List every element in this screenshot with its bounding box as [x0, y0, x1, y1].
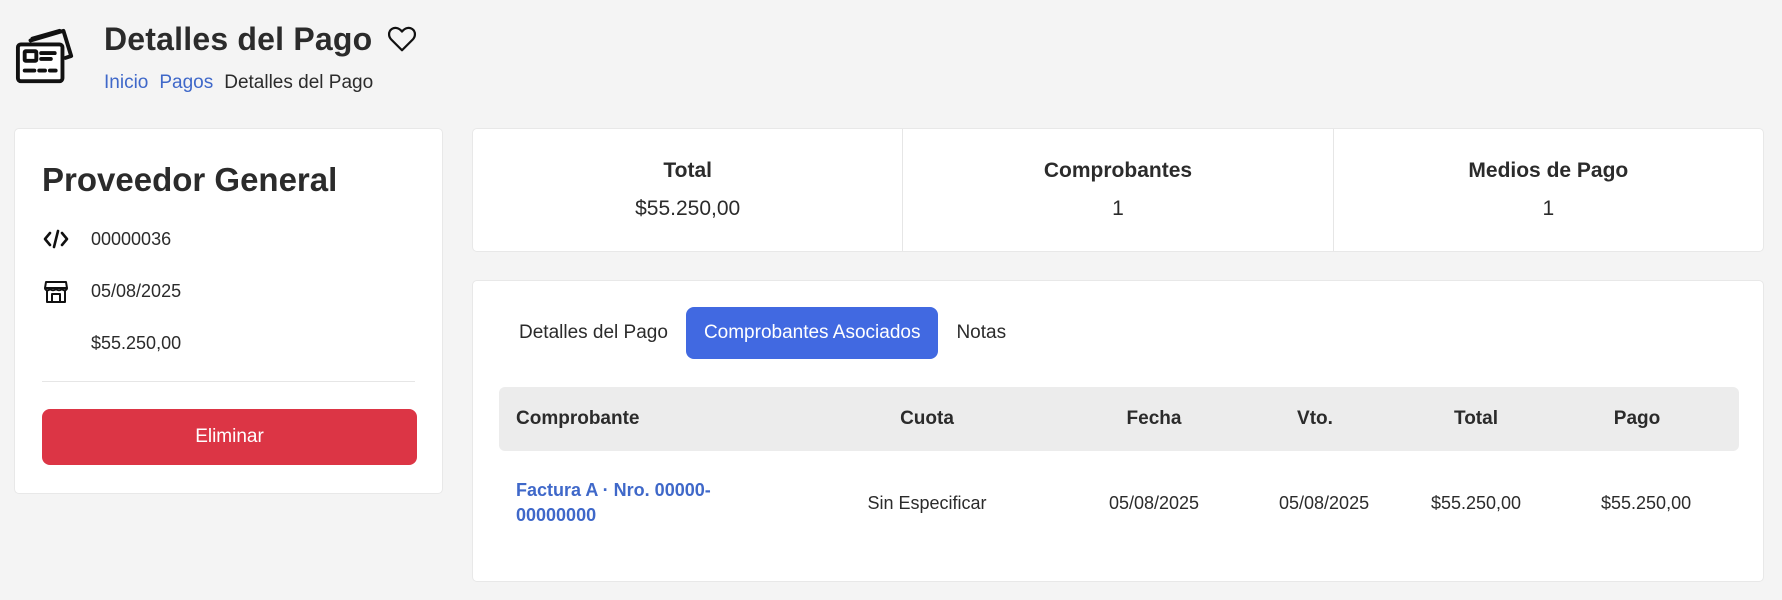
summary-stats: Total $55.250,00 Comprobantes 1 Medios d… [472, 128, 1764, 252]
table-row: Factura A · Nro. 00000-00000000 Sin Espe… [499, 451, 1739, 555]
column-header-cuota[interactable]: Cuota [825, 408, 1029, 430]
stat-medios-de-pago: Medios de Pago 1 [1332, 129, 1763, 251]
tab-comprobantes-asociados[interactable]: Comprobantes Asociados [685, 307, 939, 359]
tab-notas[interactable]: Notas [938, 307, 1024, 359]
code-icon [42, 225, 70, 253]
provider-date: 05/08/2025 [91, 280, 182, 301]
stat-value: 1 [1112, 197, 1124, 220]
provider-code: 00000036 [91, 228, 172, 249]
store-icon [42, 277, 70, 305]
breadcrumb-pagos[interactable]: Pagos [159, 72, 213, 94]
comprobante-link[interactable]: Factura A · Nro. 00000-00000000 [516, 478, 746, 528]
cell-fecha: 05/08/2025 [1108, 492, 1200, 513]
comprobantes-table: Comprobante Cuota Fecha Vto. Total Pago … [499, 387, 1739, 555]
detail-card: Detalles del Pago Comprobantes Asociados… [472, 280, 1764, 582]
tab-detalles-del-pago[interactable]: Detalles del Pago [501, 307, 686, 359]
stat-value: 1 [1542, 197, 1555, 220]
credit-cards-icon [12, 20, 80, 92]
breadcrumb-current: Detalles del Pago [224, 72, 374, 93]
column-header-pago[interactable]: Pago [1601, 408, 1673, 430]
page-title: Detalles del Pago [104, 20, 373, 57]
page-header: Detalles del Pago Inicio Pagos Detalles … [12, 20, 418, 94]
column-header-comprobante[interactable]: Comprobante [499, 408, 825, 430]
cell-vto: 05/08/2025 [1279, 492, 1370, 513]
cell-pago: $55.250,00 [1601, 492, 1692, 513]
breadcrumb: Inicio Pagos Detalles del Pago [104, 72, 418, 94]
breadcrumb-inicio[interactable]: Inicio [104, 72, 148, 94]
column-header-vto[interactable]: Vto. [1279, 408, 1351, 430]
stat-label: Comprobantes [1043, 159, 1193, 182]
provider-amount: $55.250,00 [91, 332, 182, 353]
stat-label: Total [663, 159, 712, 182]
cell-cuota: Sin Especificar [867, 492, 987, 513]
divider [42, 381, 415, 382]
provider-card: Proveedor General 00000036 05/08/2025 $5… [14, 128, 443, 494]
provider-amount-row: $55.250,00 [42, 329, 181, 357]
stat-label: Medios de Pago [1468, 159, 1629, 182]
stat-comprobantes: Comprobantes 1 [902, 129, 1332, 251]
tab-bar: Detalles del Pago Comprobantes Asociados… [501, 307, 1024, 359]
page: Detalles del Pago Inicio Pagos Detalles … [0, 0, 1782, 600]
delete-button[interactable]: Eliminar [42, 409, 417, 465]
column-header-fecha[interactable]: Fecha [1029, 408, 1279, 430]
stat-value: $55.250,00 [635, 197, 741, 220]
provider-date-row: 05/08/2025 [42, 277, 181, 305]
provider-name: Proveedor General [42, 161, 338, 198]
table-header: Comprobante Cuota Fecha Vto. Total Pago [499, 387, 1739, 451]
column-header-total[interactable]: Total [1351, 408, 1601, 430]
stat-total: Total $55.250,00 [473, 129, 902, 251]
cell-total: $55.250,00 [1430, 492, 1522, 513]
provider-code-row: 00000036 [42, 225, 171, 253]
heart-icon[interactable] [386, 23, 418, 55]
